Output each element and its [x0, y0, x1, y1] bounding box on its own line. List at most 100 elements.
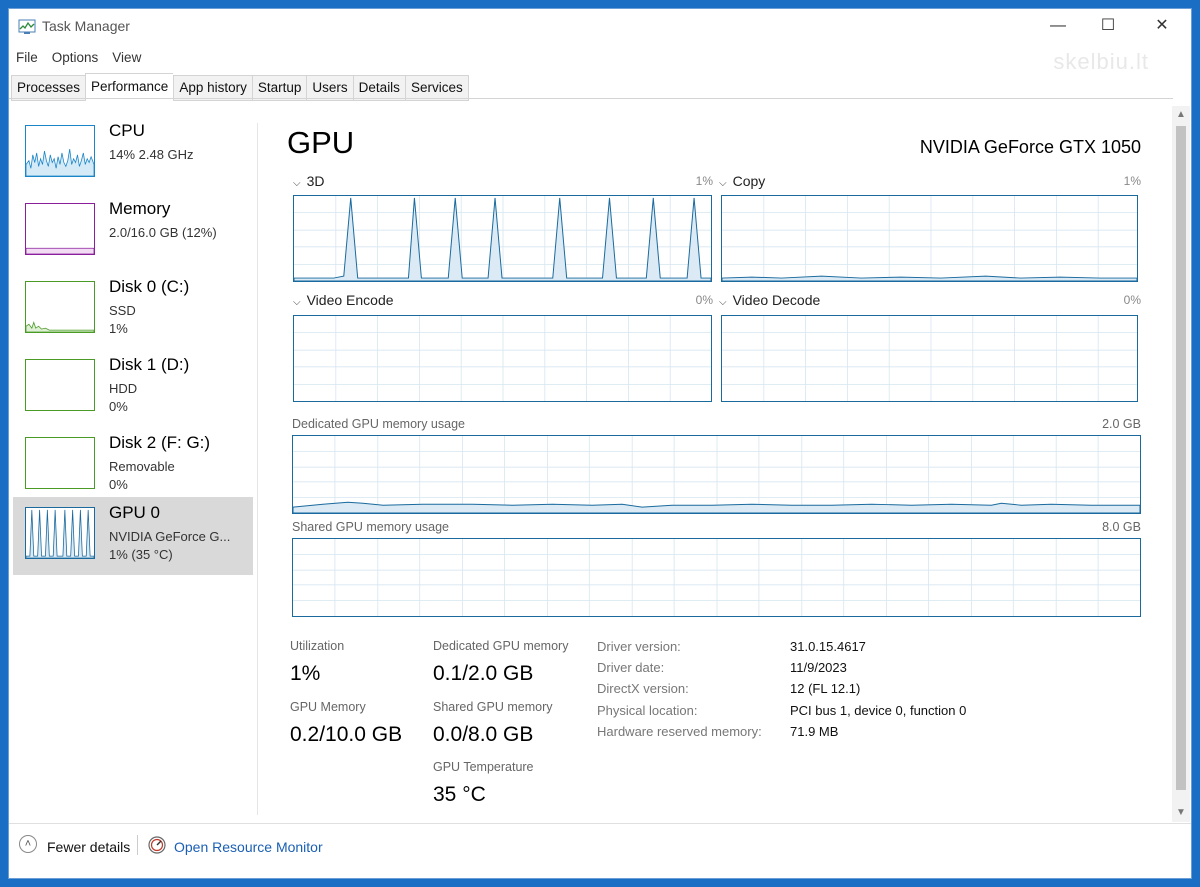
disk1-thumbnail-graph: [25, 359, 95, 411]
sidebar-gpu-usage: 1% (35 °C): [109, 547, 173, 562]
scroll-down-arrow-icon[interactable]: ▼: [1172, 804, 1190, 822]
sidebar-gpu-name: GPU 0: [109, 503, 161, 522]
info-value-driver-version: 31.0.15.4617: [790, 639, 866, 654]
minimize-button[interactable]: —: [1035, 9, 1081, 43]
sidebar-item-disk-2[interactable]: Disk 2 (F: G:) Removable 0%: [13, 427, 253, 505]
sidebar-disk2-name: Disk 2 (F: G:): [109, 433, 211, 452]
graph-label-dedicated-memory: Dedicated GPU memory usage: [292, 417, 465, 431]
scroll-up-arrow-icon[interactable]: ▲: [1172, 106, 1190, 124]
title-bar[interactable]: Task Manager — ☐ ✕: [9, 9, 1191, 45]
utilization-label: Utilization: [290, 639, 345, 653]
graph-video-decode-plot: [722, 316, 1137, 401]
sidebar-divider: [257, 123, 258, 815]
task-manager-app-icon: [18, 19, 36, 34]
graph-dedicated-memory-plot: [293, 436, 1140, 513]
graph-value-video-decode: 0%: [1123, 293, 1141, 307]
info-key-directx-version: DirectX version:: [597, 681, 689, 696]
menu-file[interactable]: File: [9, 47, 45, 69]
tab-divider: [9, 98, 1173, 99]
maximize-button[interactable]: ☐: [1085, 9, 1131, 43]
watermark: skelbiu.lt: [1053, 49, 1149, 74]
graph-shared-memory-plot: [293, 539, 1140, 616]
cpu-thumbnail-graph: [25, 125, 95, 177]
chevron-down-icon: ⌵: [719, 178, 727, 189]
graph-label-video-decode[interactable]: ⌵ Video Decode: [719, 292, 820, 308]
graph-shared-memory: [292, 538, 1141, 617]
graph-copy-plot: [722, 196, 1137, 281]
graph-value-dedicated-memory: 2.0 GB: [1102, 417, 1141, 431]
sidebar-memory-name: Memory: [109, 199, 171, 218]
close-button[interactable]: ✕: [1139, 9, 1185, 43]
sidebar-item-disk-0[interactable]: Disk 0 (C:) SSD 1%: [13, 271, 253, 349]
menu-bar: File Options View: [9, 47, 148, 69]
menu-view[interactable]: View: [105, 47, 148, 69]
sidebar-item-memory[interactable]: Memory 2.0/16.0 GB (12%): [13, 193, 253, 271]
info-value-reserved-memory: 71.9 MB: [790, 724, 839, 739]
open-resource-monitor-link[interactable]: Open Resource Monitor: [174, 839, 323, 855]
footer-separator: [137, 835, 138, 855]
sidebar-disk2-usage: 0%: [109, 477, 128, 492]
page-title: GPU: [287, 125, 355, 160]
sidebar-cpu-name: CPU: [109, 121, 145, 140]
graph-copy: [721, 195, 1138, 282]
sidebar-gpu-model: NVIDIA GeForce G...: [109, 529, 231, 544]
chevron-up-circle-icon[interactable]: ˄: [19, 835, 37, 853]
memory-thumbnail-graph: [25, 203, 95, 255]
chevron-down-icon: ⌵: [719, 297, 727, 308]
fewer-details-button[interactable]: Fewer details: [47, 839, 130, 855]
graph-value-shared-memory: 8.0 GB: [1102, 520, 1141, 534]
info-key-physical-location: Physical location:: [597, 703, 698, 718]
sidebar-disk1-name: Disk 1 (D:): [109, 355, 190, 374]
tab-strip: Processes Performance App history Startu…: [11, 73, 469, 101]
resource-monitor-icon[interactable]: [148, 836, 166, 854]
disk0-thumbnail-graph: [25, 281, 95, 333]
gpu-thumbnail-graph: [25, 507, 95, 559]
sidebar-disk1-usage: 0%: [109, 399, 128, 414]
info-key-reserved-memory: Hardware reserved memory:: [597, 724, 762, 739]
graph-value-3d: 1%: [695, 174, 713, 188]
graph-3d: [293, 195, 712, 282]
graph-label-shared-memory: Shared GPU memory usage: [292, 520, 450, 534]
graph-video-encode: [293, 315, 712, 402]
menu-options[interactable]: Options: [45, 47, 106, 69]
graph-video-encode-plot: [294, 316, 711, 401]
dedicated-memory-value: 0.1/2.0 GB: [433, 662, 534, 685]
sidebar-disk0-type: SSD: [109, 303, 136, 318]
gpu-temperature-label: GPU Temperature: [433, 760, 534, 774]
sidebar-item-gpu-0[interactable]: GPU 0 NVIDIA GeForce G... 1% (35 °C): [13, 497, 253, 575]
info-key-driver-version: Driver version:: [597, 639, 681, 654]
graph-value-video-encode: 0%: [695, 293, 713, 307]
graph-video-decode: [721, 315, 1138, 402]
sidebar-disk0-usage: 1%: [109, 321, 128, 336]
sidebar-disk1-type: HDD: [109, 381, 138, 396]
gpu-model-name: NVIDIA GeForce GTX 1050: [919, 137, 1141, 157]
shared-memory-value: 0.0/8.0 GB: [433, 723, 534, 746]
info-key-driver-date: Driver date:: [597, 660, 665, 675]
chevron-down-icon: ⌵: [293, 297, 301, 308]
info-value-directx-version: 12 (FL 12.1): [790, 681, 861, 696]
gpu-memory-value: 0.2/10.0 GB: [290, 723, 403, 746]
scrollbar-thumb[interactable]: [1176, 126, 1186, 790]
graph-value-copy: 1%: [1123, 174, 1141, 188]
disk2-thumbnail-graph: [25, 437, 95, 489]
gpu-temperature-value: 35 °C: [433, 783, 486, 806]
graph-dedicated-memory: [292, 435, 1141, 514]
sidebar-item-cpu[interactable]: CPU 14% 2.48 GHz: [13, 115, 253, 193]
graph-label-3d[interactable]: ⌵ 3D: [293, 173, 325, 189]
sidebar-memory-detail: 2.0/16.0 GB (12%): [109, 225, 217, 240]
graph-label-copy[interactable]: ⌵ Copy: [719, 173, 765, 189]
window-title: Task Manager: [42, 18, 130, 34]
sidebar-item-disk-1[interactable]: Disk 1 (D:) HDD 0%: [13, 349, 253, 427]
task-manager-window: Task Manager — ☐ ✕ skelbiu.lt File Option…: [8, 8, 1192, 879]
sidebar-disk2-type: Removable: [109, 459, 175, 474]
graph-label-video-encode[interactable]: ⌵ Video Encode: [293, 292, 394, 308]
info-value-driver-date: 11/9/2023: [790, 660, 847, 675]
graph-3d-plot: [294, 196, 711, 281]
tab-performance[interactable]: Performance: [85, 73, 174, 101]
chevron-down-icon: ⌵: [293, 178, 301, 189]
info-value-physical-location: PCI bus 1, device 0, function 0: [790, 703, 967, 718]
vertical-scrollbar[interactable]: ▲ ▼: [1172, 106, 1190, 822]
footer-divider: [9, 823, 1191, 824]
sidebar-disk0-name: Disk 0 (C:): [109, 277, 190, 296]
sidebar-cpu-detail: 14% 2.48 GHz: [109, 147, 194, 162]
